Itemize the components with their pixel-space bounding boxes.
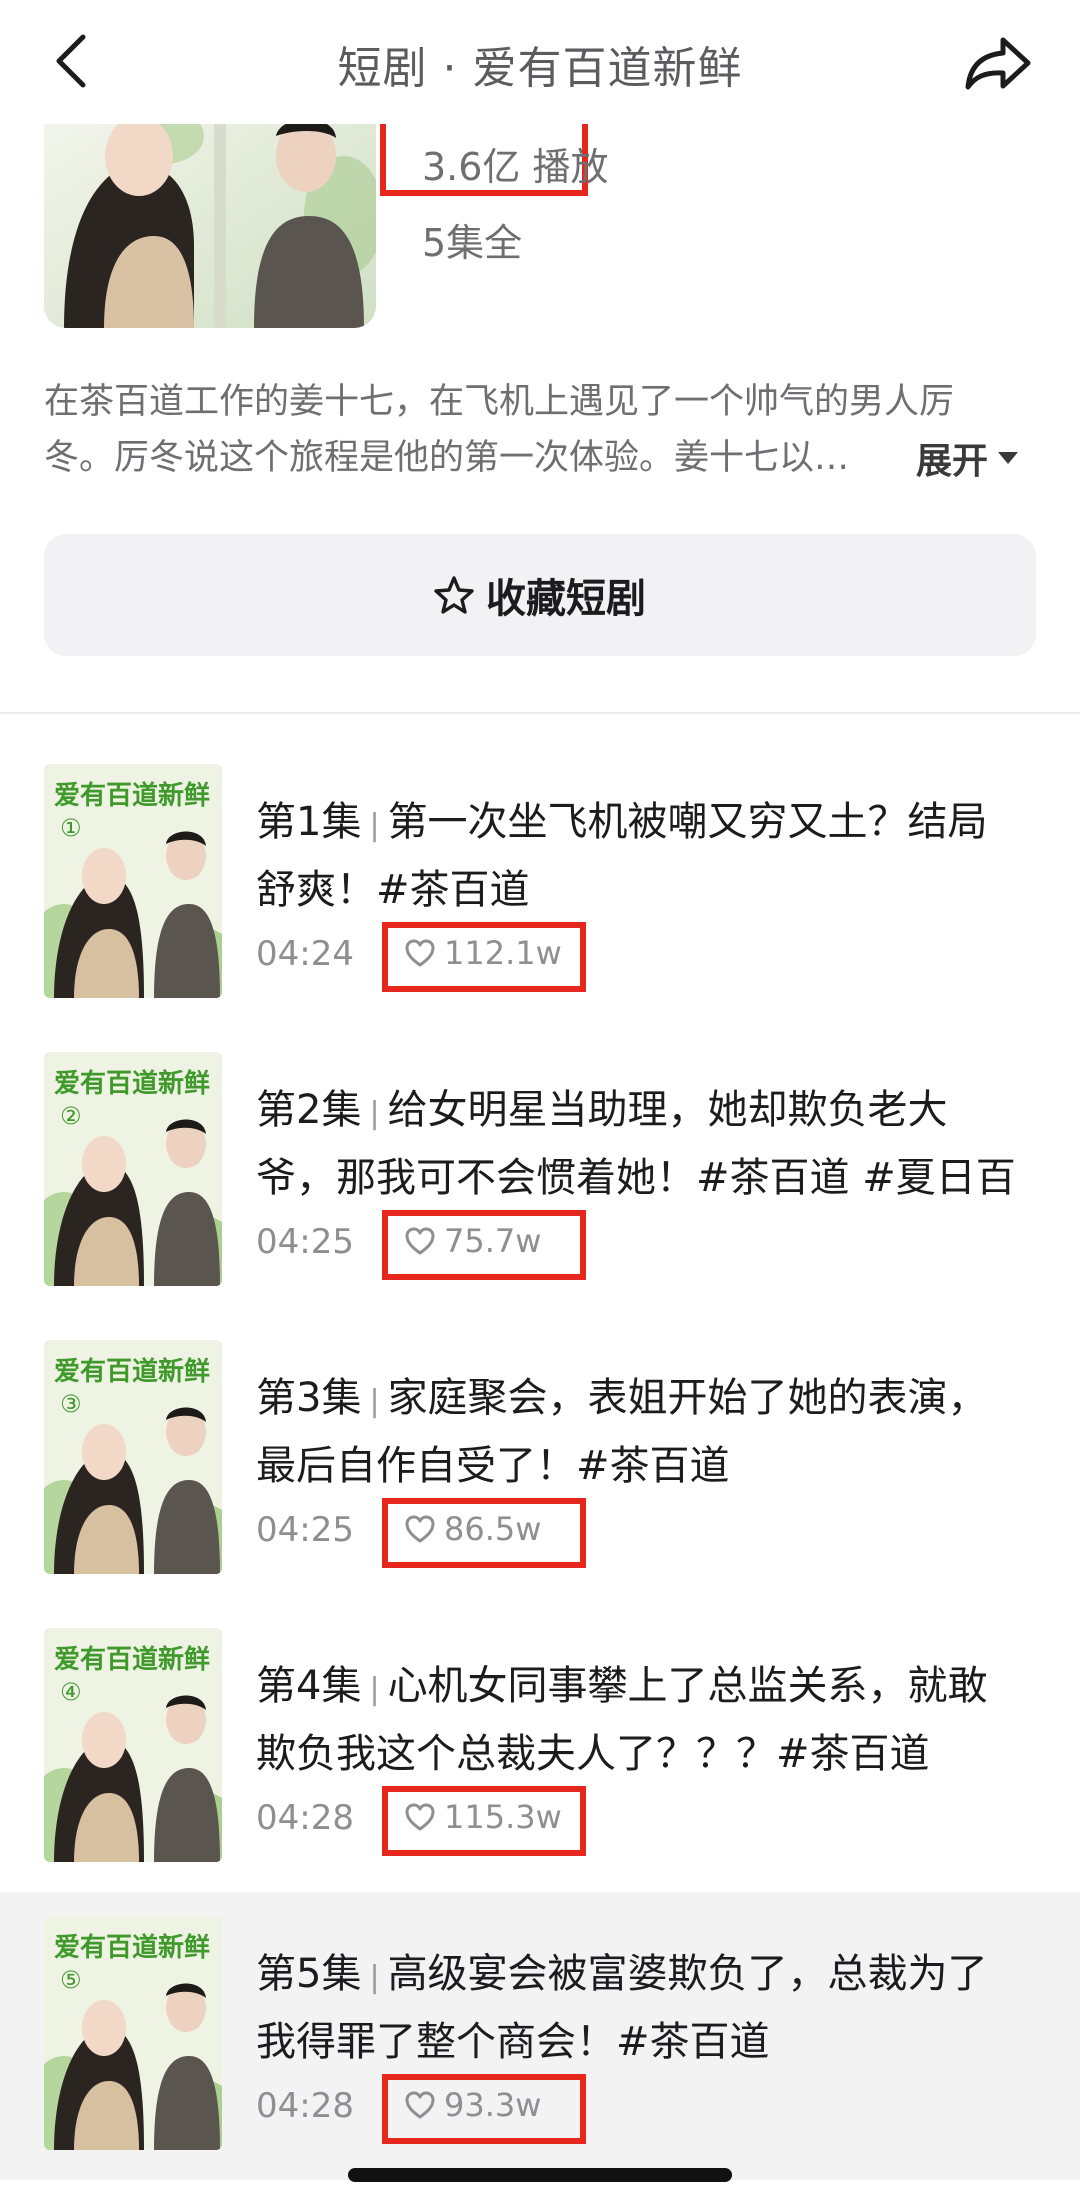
- thumbnail-episode-badge: ⑤: [60, 1966, 82, 1994]
- section-divider: [0, 712, 1080, 714]
- episode-title-line: 家庭聚会，表姐开始了她的表演，: [387, 1375, 988, 1421]
- episode-row[interactable]: 爱有百道新鲜 ② 第2集 | 给女明星当助理，她却欺负老大 爷，那我可不会惯着她！#…: [0, 1028, 1080, 1316]
- thumbnail-logo: 爱有百道新鲜: [54, 1068, 210, 1099]
- title-separator: |: [369, 1960, 380, 1995]
- home-indicator[interactable]: [348, 2168, 732, 2182]
- episode-row[interactable]: 爱有百道新鲜 ① 第1集 | 第一次坐飞机被嘲又穷又土？结局 舒爽！#茶百道 04:…: [0, 740, 1080, 1028]
- episode-title: 第2集 | 给女明星当助理，她却欺负老大 爷，那我可不会惯着她！#茶百道 #夏日百: [256, 1078, 1046, 1210]
- thumbnail-episode-badge: ④: [60, 1678, 82, 1706]
- star-outline-icon: [434, 576, 474, 614]
- episode-title: 第5集 | 高级宴会被富婆欺负了，总裁为了 我得罪了整个商会！#茶百道: [256, 1942, 1046, 2074]
- title-separator: |: [369, 1672, 380, 1707]
- episode-row-active[interactable]: 爱有百道新鲜 ⑤ 第5集 | 高级宴会被富婆欺负了，总裁为了 我得罪了整个商会！#茶…: [0, 1892, 1080, 2180]
- like-button[interactable]: 86.5w: [404, 1510, 541, 1548]
- play-count: 3.6亿 播放: [422, 145, 609, 189]
- episode-title-line: 心机女同事攀上了总监关系，就敢: [387, 1663, 988, 1709]
- expand-button[interactable]: 展开: [916, 432, 1020, 484]
- thumbnail-logo: 爱有百道新鲜: [54, 780, 210, 811]
- episode-number: 第1集: [256, 799, 362, 845]
- thumbnail-episode-badge: ③: [60, 1390, 82, 1418]
- like-count: 115.3w: [444, 1798, 562, 1836]
- title-separator: |: [369, 1096, 380, 1131]
- back-button[interactable]: [40, 28, 100, 94]
- episode-title-line: 舒爽！#茶百道: [256, 867, 530, 913]
- thumbnail-logo: 爱有百道新鲜: [54, 1356, 210, 1387]
- favorite-label: 收藏短剧: [486, 576, 646, 622]
- like-button[interactable]: 115.3w: [404, 1798, 562, 1836]
- page-title: 短剧 · 爱有百道新鲜: [337, 43, 743, 94]
- episode-duration: 04:24: [256, 934, 354, 974]
- top-nav-bar: 短剧 · 爱有百道新鲜: [0, 0, 1080, 124]
- expand-label: 展开: [916, 441, 989, 482]
- episode-title-line: 我得罪了整个商会！#茶百道: [256, 2019, 770, 2065]
- share-arrow-icon: [965, 37, 1031, 90]
- episode-thumbnail: 爱有百道新鲜 ③: [44, 1340, 222, 1574]
- episode-title-line: 最后自作自受了！#茶百道: [256, 1443, 730, 1489]
- episode-title-line: 爷，那我可不会惯着她！#茶百道 #夏日百: [256, 1155, 1016, 1201]
- favorite-drama-button[interactable]: 收藏短剧: [44, 534, 1036, 656]
- chevron-left-icon: [56, 34, 86, 88]
- episode-duration: 04:25: [256, 1510, 354, 1550]
- heart-outline-icon: [405, 939, 435, 967]
- description-line: 在茶百道工作的姜十七，在飞机上遇见了一个帅气的男人厉: [44, 382, 955, 422]
- episode-duration: 04:28: [256, 1798, 354, 1838]
- episode-thumbnail: 爱有百道新鲜 ④: [44, 1628, 222, 1862]
- thumbnail-logo: 爱有百道新鲜: [54, 1644, 210, 1675]
- heart-outline-icon: [405, 1803, 435, 1831]
- like-button[interactable]: 75.7w: [404, 1222, 541, 1260]
- episode-title-line: 第一次坐飞机被嘲又穷又土？结局: [387, 799, 988, 845]
- like-button[interactable]: 112.1w: [404, 934, 562, 972]
- thumbnail-logo: 爱有百道新鲜: [54, 1932, 210, 1963]
- title-separator: |: [369, 808, 380, 843]
- episode-title-line: 高级宴会被富婆欺负了，总裁为了: [387, 1951, 988, 1997]
- episode-number: 第5集: [256, 1951, 362, 1997]
- episode-title: 第4集 | 心机女同事攀上了总监关系，就敢 欺负我这个总裁夫人了？？？#茶百道: [256, 1654, 1046, 1786]
- heart-outline-icon: [405, 1515, 435, 1543]
- episode-thumbnail: 爱有百道新鲜 ②: [44, 1052, 222, 1286]
- drama-description: 在茶百道工作的姜十七，在飞机上遇见了一个帅气的男人厉 冬。厉冬说这个旅程是他的第…: [44, 374, 1004, 486]
- episode-duration: 04:28: [256, 2086, 354, 2126]
- description-line: 冬。厉冬说这个旅程是他的第一次体验。姜十七以…: [44, 438, 850, 478]
- episode-title-line: 欺负我这个总裁夫人了？？？#茶百道: [256, 1731, 930, 1777]
- episode-duration: 04:25: [256, 1222, 354, 1262]
- title-separator: |: [369, 1384, 380, 1419]
- episode-title-line: 给女明星当助理，她却欺负老大: [387, 1087, 948, 1133]
- caret-down-icon: [998, 452, 1019, 464]
- like-count: 75.7w: [444, 1222, 542, 1260]
- episode-number: 第2集: [256, 1087, 362, 1133]
- heart-outline-icon: [405, 2091, 435, 2119]
- thumbnail-episode-badge: ①: [60, 814, 82, 842]
- like-count: 112.1w: [444, 934, 562, 972]
- heart-outline-icon: [405, 1227, 435, 1255]
- like-button[interactable]: 93.3w: [404, 2086, 541, 2124]
- episode-number: 第3集: [256, 1375, 362, 1421]
- drama-cover-image: [44, 96, 376, 328]
- episode-thumbnail: 爱有百道新鲜 ①: [44, 764, 222, 998]
- like-count: 86.5w: [444, 1510, 542, 1548]
- episode-number: 第4集: [256, 1663, 362, 1709]
- episode-row[interactable]: 爱有百道新鲜 ④ 第4集 | 心机女同事攀上了总监关系，就敢 欺负我这个总裁夫人了？…: [0, 1604, 1080, 1892]
- thumbnail-episode-badge: ②: [60, 1102, 82, 1130]
- episode-title: 第3集 | 家庭聚会，表姐开始了她的表演， 最后自作自受了！#茶百道: [256, 1366, 1046, 1498]
- episode-title: 第1集 | 第一次坐飞机被嘲又穷又土？结局 舒爽！#茶百道: [256, 790, 1046, 922]
- like-count: 93.3w: [444, 2086, 542, 2124]
- episode-count: 5集全: [422, 221, 523, 265]
- episode-row[interactable]: 爱有百道新鲜 ③ 第3集 | 家庭聚会，表姐开始了她的表演， 最后自作自受了！#茶百…: [0, 1316, 1080, 1604]
- share-button[interactable]: [956, 24, 1040, 102]
- episode-thumbnail: 爱有百道新鲜 ⑤: [44, 1916, 222, 2150]
